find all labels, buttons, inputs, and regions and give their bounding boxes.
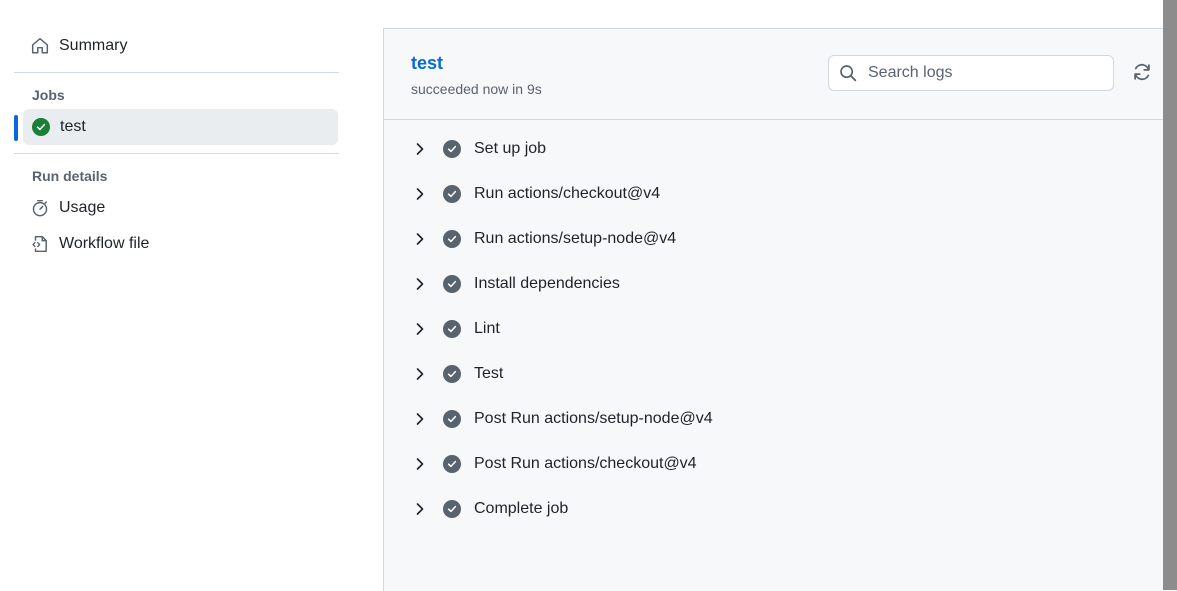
jobs-heading: Jobs xyxy=(32,87,65,103)
step-row[interactable]: Run actions/checkout@v4 xyxy=(384,171,1160,216)
sidebar-item-summary[interactable]: Summary xyxy=(14,28,339,64)
step-label: Complete job xyxy=(474,499,569,517)
step-row[interactable]: Install dependencies xyxy=(384,261,1160,306)
step-label: Post Run actions/setup-node@v4 xyxy=(474,409,713,427)
stopwatch-icon xyxy=(31,199,49,217)
divider xyxy=(14,72,339,73)
check-circle-icon xyxy=(443,409,461,428)
search-input[interactable] xyxy=(866,63,1100,83)
check-circle-icon xyxy=(443,319,461,338)
active-indicator xyxy=(14,115,18,141)
sidebar-item-label: Summary xyxy=(59,37,128,54)
step-row[interactable]: Test xyxy=(384,351,1160,396)
sidebar-item-job-test[interactable]: test xyxy=(14,109,338,145)
step-row[interactable]: Run actions/setup-node@v4 xyxy=(384,216,1160,261)
step-row[interactable]: Post Run actions/checkout@v4 xyxy=(384,441,1160,486)
check-circle-icon xyxy=(443,229,461,248)
job-log-panel: test succeeded now in 9s Set up job Run a… xyxy=(383,28,1177,591)
scrollbar[interactable] xyxy=(1163,0,1177,590)
chevron-right-icon[interactable] xyxy=(415,322,427,336)
step-row[interactable]: Complete job xyxy=(384,486,1160,531)
job-status-text: succeeded now in 9s xyxy=(411,81,542,97)
step-label: Test xyxy=(474,364,504,382)
check-circle-icon xyxy=(443,499,461,518)
step-row[interactable]: Post Run actions/setup-node@v4 xyxy=(384,396,1160,441)
steps-list: Set up job Run actions/checkout@v4 Run act… xyxy=(384,126,1160,531)
check-circle-icon xyxy=(443,364,461,383)
job-header: test succeeded now in 9s xyxy=(384,29,1177,120)
search-logs[interactable] xyxy=(828,55,1114,91)
step-label: Install dependencies xyxy=(474,274,620,292)
sidebar-item-label: test xyxy=(60,118,86,135)
chevron-right-icon[interactable] xyxy=(415,412,427,426)
step-row[interactable]: Set up job xyxy=(384,126,1160,171)
step-label: Run actions/checkout@v4 xyxy=(474,184,661,202)
home-icon xyxy=(31,37,49,55)
step-row[interactable]: Lint xyxy=(384,306,1160,351)
job-title-link[interactable]: test xyxy=(411,53,443,74)
divider xyxy=(14,153,339,154)
search-icon xyxy=(839,64,857,82)
sidebar-item-usage[interactable]: Usage xyxy=(14,190,339,226)
step-label: Run actions/setup-node@v4 xyxy=(474,229,677,247)
sidebar-item-workflow-file[interactable]: Workflow file xyxy=(14,226,339,262)
chevron-right-icon[interactable] xyxy=(415,232,427,246)
sidebar-item-label: Usage xyxy=(59,199,106,216)
chevron-right-icon[interactable] xyxy=(415,277,427,291)
check-circle-icon xyxy=(443,184,461,203)
sidebar: Summary Jobs test Run details Usage Work… xyxy=(14,28,339,262)
check-circle-icon xyxy=(443,274,461,293)
file-code-icon xyxy=(31,235,49,253)
chevron-right-icon[interactable] xyxy=(415,457,427,471)
refresh-icon[interactable] xyxy=(1132,62,1154,84)
step-label: Set up job xyxy=(474,139,547,157)
chevron-right-icon[interactable] xyxy=(415,142,427,156)
check-circle-icon xyxy=(443,454,461,473)
step-label: Post Run actions/checkout@v4 xyxy=(474,454,697,472)
sidebar-item-label: Workflow file xyxy=(59,235,150,252)
chevron-right-icon[interactable] xyxy=(415,502,427,516)
check-circle-icon xyxy=(32,118,50,136)
chevron-right-icon[interactable] xyxy=(415,367,427,381)
step-label: Lint xyxy=(474,319,500,337)
check-circle-icon xyxy=(443,139,461,158)
run-details-heading: Run details xyxy=(32,168,108,184)
chevron-right-icon[interactable] xyxy=(415,187,427,201)
